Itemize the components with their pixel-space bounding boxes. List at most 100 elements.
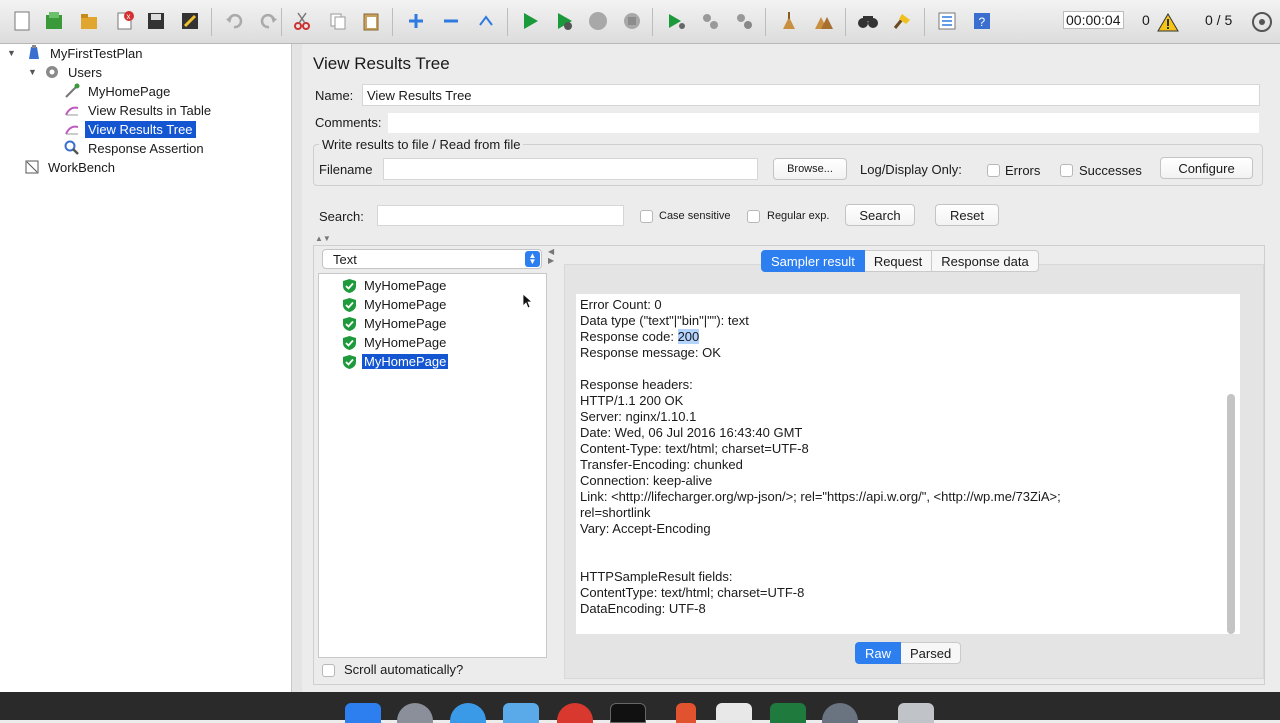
tree-item-users[interactable]: Users: [44, 63, 105, 81]
gear-icon: [44, 64, 60, 80]
remote-stop-icon[interactable]: [698, 9, 722, 33]
help-icon[interactable]: ?: [970, 9, 994, 33]
copy-icon[interactable]: [326, 9, 350, 33]
sample-row[interactable]: MyHomePage: [343, 315, 448, 332]
detail-line: Vary: Accept-Encoding: [580, 521, 711, 536]
expand-icon[interactable]: [404, 9, 428, 33]
paste-icon[interactable]: [359, 9, 383, 33]
success-shield-icon: [343, 297, 356, 312]
tree-item-workbench[interactable]: WorkBench: [24, 158, 118, 176]
response-code-line: Response code: 200: [580, 329, 1236, 345]
detail-scrollbar[interactable]: [1227, 394, 1235, 634]
remote-start-icon[interactable]: [664, 9, 688, 33]
success-shield-icon: [343, 335, 356, 350]
successes-checkbox[interactable]: [1060, 164, 1073, 177]
finder-icon[interactable]: [345, 703, 381, 723]
tree-item-label: View Results Tree: [85, 120, 196, 138]
renderer-select[interactable]: Text ▲ ▼: [322, 249, 542, 269]
chrome-icon[interactable]: [557, 703, 593, 723]
save-as-icon[interactable]: [178, 9, 202, 33]
detail-line: Data type ("text"|"bin"|""): text: [580, 313, 749, 328]
tree-item-view-results-tree[interactable]: View Results Tree: [64, 120, 196, 138]
browse-button[interactable]: Browse...: [773, 158, 847, 180]
undo-icon[interactable]: [222, 9, 246, 33]
success-shield-icon: [343, 354, 356, 369]
regex-checkbox[interactable]: [747, 210, 760, 223]
scroll-auto-checkbox[interactable]: [322, 664, 335, 677]
scroll-auto-label: Scroll automatically?: [344, 662, 464, 677]
successes-label: Successes: [1079, 163, 1142, 178]
mail-icon[interactable]: [503, 703, 539, 723]
sample-row[interactable]: MyHomePage: [343, 334, 448, 351]
start-icon[interactable]: [518, 9, 542, 33]
trash-icon[interactable]: [898, 703, 934, 723]
pane-splitter[interactable]: [292, 44, 302, 692]
tab-sampler-result[interactable]: Sampler result: [761, 250, 865, 272]
tab-response-data[interactable]: Response data: [932, 250, 1039, 272]
regex-label: Regular exp.: [767, 210, 830, 222]
detail-line: Date: Wed, 06 Jul 2016 16:43:40 GMT: [580, 425, 803, 440]
cut-icon[interactable]: [290, 9, 314, 33]
detail-line: [580, 553, 1236, 569]
detail-line: rel=shortlink: [580, 505, 651, 520]
tree-item-view-results-table[interactable]: View Results in Table: [64, 101, 214, 119]
sample-row[interactable]: MyHomePage: [343, 277, 448, 294]
search-input[interactable]: [377, 205, 624, 226]
close-icon[interactable]: x: [113, 9, 137, 33]
templates-icon[interactable]: [42, 9, 66, 33]
filename-input[interactable]: [383, 158, 758, 180]
system-prefs-icon[interactable]: [822, 703, 858, 723]
pencil-app-icon[interactable]: [676, 703, 696, 723]
sample-row-selected[interactable]: MyHomePage: [343, 353, 450, 370]
excel-icon[interactable]: [770, 703, 806, 723]
tree-item-test-plan[interactable]: MyFirstTestPlan: [26, 44, 145, 62]
collapse-icon[interactable]: [439, 9, 463, 33]
clear-all-icon[interactable]: [811, 9, 835, 33]
detail-line: HTTPSampleResult fields:: [580, 569, 733, 584]
reset-search-icon[interactable]: [890, 9, 914, 33]
function-helper-icon[interactable]: [935, 9, 959, 33]
tab-request[interactable]: Request: [864, 250, 933, 272]
toggle-icon[interactable]: [474, 9, 498, 33]
detail-line: HTTP/1.1 200 OK: [580, 393, 684, 408]
name-field[interactable]: View Results Tree: [362, 84, 1260, 106]
preview-icon[interactable]: [716, 703, 752, 723]
shutdown-icon[interactable]: [620, 9, 644, 33]
launchpad-icon[interactable]: [397, 703, 433, 723]
collapse-arrow-icon[interactable]: ▼: [7, 48, 16, 58]
errors-checkbox[interactable]: [987, 164, 1000, 177]
sample-row[interactable]: MyHomePage: [343, 296, 448, 313]
workbench-icon: [24, 159, 40, 175]
warning-icon[interactable]: [1156, 10, 1180, 34]
reset-button[interactable]: Reset: [935, 204, 999, 226]
new-icon[interactable]: [10, 9, 34, 33]
detail-line: Link: <http://lifecharger.org/wp-json/>;…: [580, 489, 1061, 504]
terminal-icon[interactable]: [610, 703, 646, 723]
tree-item-response-assertion[interactable]: Response Assertion: [64, 139, 207, 157]
search-icon[interactable]: [856, 9, 880, 33]
start-no-pause-icon[interactable]: [552, 9, 576, 33]
collapse-arrow-icon[interactable]: ▼: [28, 67, 37, 77]
tree-item-label: MyHomePage: [88, 83, 171, 99]
safari-icon[interactable]: [450, 703, 486, 723]
configure-button[interactable]: Configure: [1160, 157, 1253, 179]
splitter-arrows-icon[interactable]: ▲▼: [315, 234, 331, 243]
test-plan-icon: [26, 45, 42, 61]
remote-engines-icon[interactable]: [1250, 10, 1274, 34]
detail-line: Response headers:: [580, 377, 693, 392]
save-icon[interactable]: [144, 9, 168, 33]
tab-parsed[interactable]: Parsed: [901, 642, 962, 664]
comments-field[interactable]: [387, 112, 1260, 134]
sampler-result-text[interactable]: Error Count: 0 Data type ("text"|"bin"|"…: [576, 294, 1240, 634]
detail-line: Transfer-Encoding: chunked: [580, 457, 743, 472]
case-sensitive-checkbox[interactable]: [640, 210, 653, 223]
open-icon[interactable]: [77, 9, 101, 33]
tree-item-my-home-page[interactable]: MyHomePage: [64, 82, 173, 100]
splitter-arrows-icon[interactable]: ◀ ▶: [548, 247, 554, 265]
search-button[interactable]: Search: [845, 204, 915, 226]
tab-raw[interactable]: Raw: [855, 642, 902, 664]
redo-icon[interactable]: [257, 9, 281, 33]
stop-icon[interactable]: [586, 9, 610, 33]
remote-shutdown-icon[interactable]: [732, 9, 756, 33]
clear-icon[interactable]: [777, 9, 801, 33]
